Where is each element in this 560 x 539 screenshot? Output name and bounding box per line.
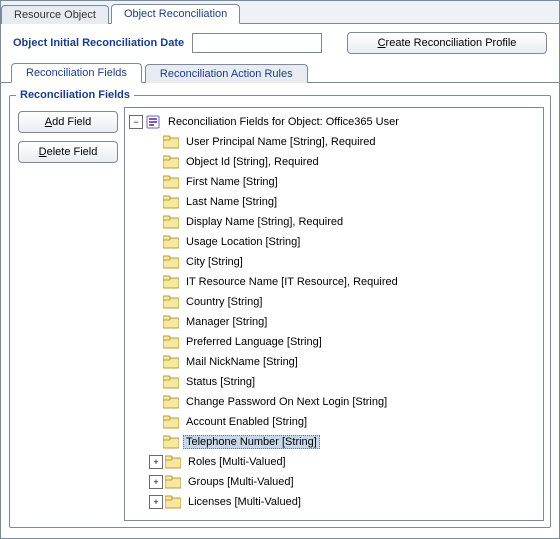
create-reconciliation-profile-button[interactable]: Create Reconciliation Profile — [347, 32, 547, 54]
folder-icon — [163, 355, 179, 369]
panel-wrap: Reconciliation Fields Add Field Delete F… — [1, 83, 559, 536]
tree-item-label: Groups [Multi-Valued] — [185, 475, 297, 489]
tree-root-node[interactable]: − Reconciliation Fields for Object: Offic… — [127, 112, 541, 132]
tree-item-label: Preferred Language [String] — [183, 335, 325, 349]
del-text: elete Field — [47, 146, 98, 158]
tree-item[interactable]: IT Resource Name [IT Resource], Required — [127, 272, 541, 292]
add-mnemonic: A — [45, 116, 52, 128]
folder-icon — [163, 335, 179, 349]
tree-item-label: City [String] — [183, 255, 246, 269]
button-column: Add Field Delete Field — [16, 107, 124, 521]
tree-item-label: First Name [String] — [183, 175, 281, 189]
tree-item-label: Usage Location [String] — [183, 235, 303, 249]
folder-icon — [163, 155, 179, 169]
tree-item-label: Object Id [String], Required — [183, 155, 322, 169]
tree-root-list: − Reconciliation Fields for Object: Offic… — [127, 112, 541, 512]
tree-item[interactable]: Mail NickName [String] — [127, 352, 541, 372]
tree-item-label: Country [String] — [183, 295, 265, 309]
tree-item-label: Manager [String] — [183, 315, 270, 329]
tree-item-label: Last Name [String] — [183, 195, 280, 209]
folder-icon — [163, 435, 179, 449]
tree-item[interactable]: Last Name [String] — [127, 192, 541, 212]
add-text: dd Field — [52, 116, 91, 128]
collapse-icon[interactable]: − — [129, 115, 143, 129]
panel-legend: Reconciliation Fields — [16, 89, 134, 101]
header-row: Object Initial Reconciliation Date Creat… — [1, 24, 559, 60]
tree-item[interactable]: + Licenses [Multi-Valued] — [127, 492, 541, 512]
tree-item[interactable]: Manager [String] — [127, 312, 541, 332]
add-field-button[interactable]: Add Field — [18, 111, 118, 133]
btn-mnemonic: C — [378, 37, 386, 49]
folder-icon — [165, 475, 181, 489]
object-icon — [145, 115, 161, 129]
tab-object-reconciliation[interactable]: Object Reconciliation — [111, 4, 240, 24]
expand-icon[interactable]: + — [149, 495, 163, 509]
top-tabstrip: Resource Object Object Reconciliation — [1, 1, 559, 24]
folder-icon — [163, 195, 179, 209]
tree-item[interactable]: Country [String] — [127, 292, 541, 312]
folder-icon — [165, 455, 181, 469]
expand-icon[interactable]: + — [149, 455, 163, 469]
tree-item-label: Licenses [Multi-Valued] — [185, 495, 304, 509]
tree-item[interactable]: + Groups [Multi-Valued] — [127, 472, 541, 492]
folder-icon — [163, 315, 179, 329]
panel-body: Add Field Delete Field − Reconciliation F… — [16, 107, 544, 521]
folder-icon — [163, 295, 179, 309]
tree-item[interactable]: + Roles [Multi-Valued] — [127, 452, 541, 472]
folder-icon — [163, 235, 179, 249]
folder-icon — [163, 255, 179, 269]
tree-item[interactable]: User Principal Name [String], Required — [127, 132, 541, 152]
tree-item[interactable]: Usage Location [String] — [127, 232, 541, 252]
tree-item-label: Display Name [String], Required — [183, 215, 346, 229]
tree-item[interactable]: Change Password On Next Login [String] — [127, 392, 541, 412]
tree-view[interactable]: − Reconciliation Fields for Object: Offic… — [124, 107, 544, 521]
tree-item-label: Telephone Number [String] — [183, 435, 320, 449]
tree-item[interactable]: Account Enabled [String] — [127, 412, 541, 432]
tree-item[interactable]: Status [String] — [127, 372, 541, 392]
tree-item-label: Account Enabled [String] — [183, 415, 310, 429]
tree-item[interactable]: Object Id [String], Required — [127, 152, 541, 172]
tree-item-label: Change Password On Next Login [String] — [183, 395, 390, 409]
tree-item[interactable]: Display Name [String], Required — [127, 212, 541, 232]
initial-recon-date-input[interactable] — [192, 33, 322, 53]
folder-icon — [165, 495, 181, 509]
tree-item[interactable]: Telephone Number [String] — [127, 432, 541, 452]
folder-icon — [163, 175, 179, 189]
tree-item-label: IT Resource Name [IT Resource], Required — [183, 275, 401, 289]
tab-reconciliation-fields[interactable]: Reconciliation Fields — [11, 63, 142, 83]
delete-field-button[interactable]: Delete Field — [18, 141, 118, 163]
object-reconciliation-window: Resource Object Object Reconciliation Ob… — [0, 0, 560, 539]
btn-text-post: reate Reconciliation Profile — [386, 37, 517, 49]
folder-icon — [163, 135, 179, 149]
folder-icon — [163, 215, 179, 229]
tree-item[interactable]: City [String] — [127, 252, 541, 272]
tree-item-label: Roles [Multi-Valued] — [185, 455, 289, 469]
tree-item-label: User Principal Name [String], Required — [183, 135, 379, 149]
tree-item-label: Status [String] — [183, 375, 258, 389]
folder-icon — [163, 275, 179, 289]
initial-recon-date-label: Object Initial Reconciliation Date — [13, 37, 184, 49]
folder-icon — [163, 375, 179, 389]
tree-item[interactable]: Preferred Language [String] — [127, 332, 541, 352]
expand-icon[interactable]: + — [149, 475, 163, 489]
tree-item-label: Mail NickName [String] — [183, 355, 301, 369]
inner-tabstrip: Reconciliation Fields Reconciliation Act… — [1, 60, 559, 83]
reconciliation-fields-panel: Reconciliation Fields Add Field Delete F… — [9, 89, 551, 528]
tab-resource-object[interactable]: Resource Object — [1, 5, 109, 24]
folder-icon — [163, 415, 179, 429]
tab-reconciliation-action-rules[interactable]: Reconciliation Action Rules — [145, 64, 308, 83]
del-mnemonic: D — [39, 146, 47, 158]
tree-root-label: Reconciliation Fields for Object: Office… — [165, 115, 402, 129]
folder-icon — [163, 395, 179, 409]
tree-item[interactable]: First Name [String] — [127, 172, 541, 192]
